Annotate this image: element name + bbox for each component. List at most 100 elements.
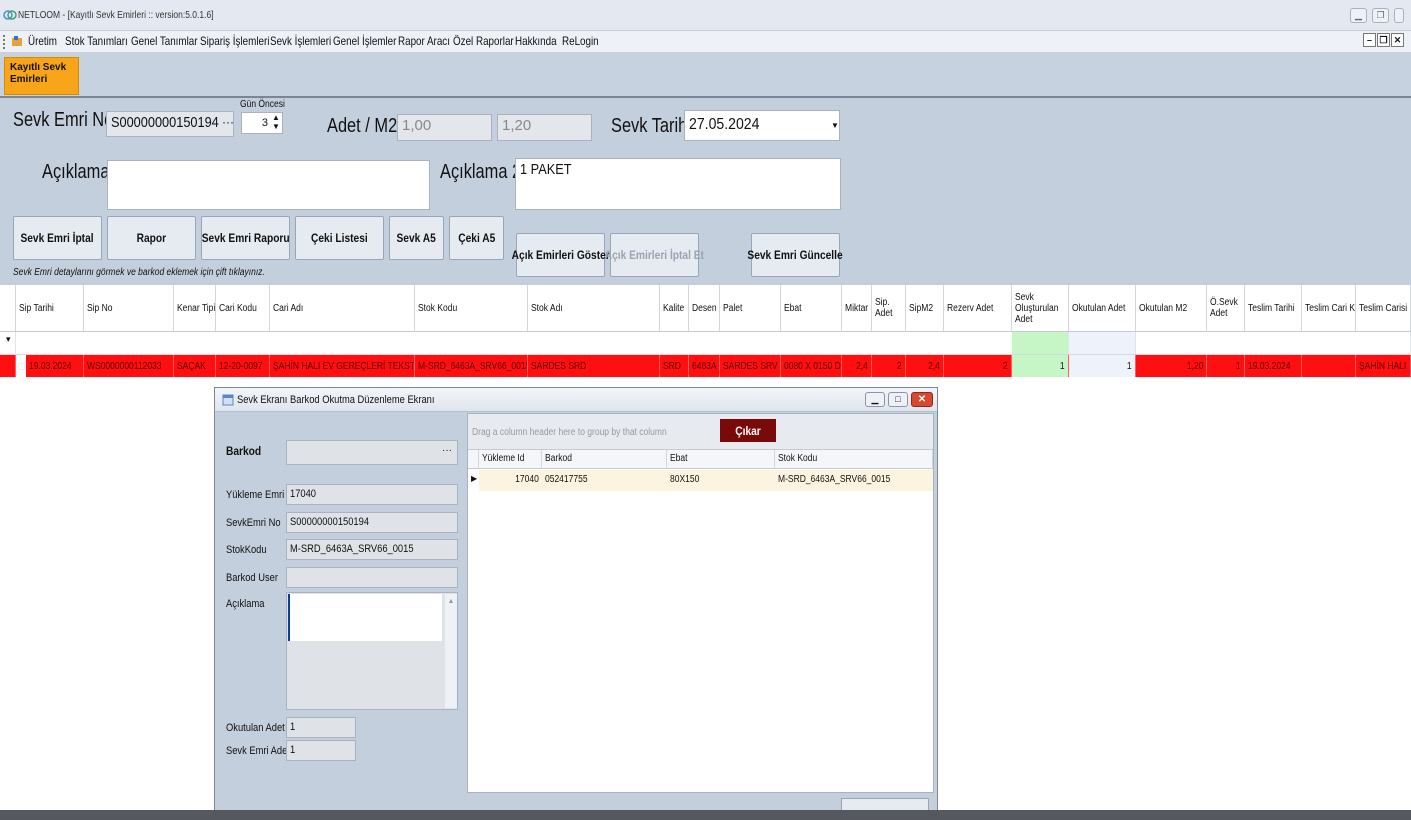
table-cell[interactable]: 2,4 [906, 355, 944, 377]
col-header[interactable]: Desen [689, 285, 720, 332]
table-cell[interactable]: 19.03.2024 [26, 355, 84, 377]
cikar-button[interactable]: Çıkar [720, 419, 776, 442]
col-header[interactable]: Teslim Cari K. [1302, 285, 1356, 332]
sevk-emri-iptal-button[interactable]: Sevk Emri İptal [13, 216, 102, 260]
col-header[interactable]: Teslim Carisi [1356, 285, 1411, 332]
table-cell[interactable]: 1,20 [1136, 355, 1207, 377]
inner-table-cell[interactable]: 17040 [479, 470, 542, 491]
menu-siparis-islemleri[interactable]: Sipariş İşlemleri [200, 34, 269, 48]
table-cell[interactable]: 19.03.2024 [1245, 355, 1302, 377]
dropdown-arrow-icon[interactable]: ▼ [831, 121, 839, 130]
col-header[interactable]: Teslim Tarihi [1245, 285, 1302, 332]
table-cell[interactable]: WS0000000112033 [84, 355, 174, 377]
aciklama-memo-text[interactable] [288, 594, 442, 641]
row-pointer-icon[interactable]: ▶ [468, 470, 479, 491]
menu-hakkinda[interactable]: Hakkında [515, 34, 557, 48]
col-header[interactable]: Rezerv Adet [944, 285, 1012, 332]
col-header[interactable]: Sip. Adet [872, 285, 906, 332]
menu-stok-tanimlari[interactable]: Stok Tanımları [65, 34, 128, 48]
sevk-tarihi-picker[interactable]: 27.05.2024 [684, 110, 840, 141]
inner-table-cell[interactable]: 80X150 [667, 470, 775, 491]
dialog-maximize-icon[interactable]: □ [888, 392, 908, 407]
menu-sevk-islemleri[interactable]: Sevk İşlemleri [270, 34, 331, 48]
table-cell[interactable]: SRD [660, 355, 689, 377]
col-header[interactable]: Stok Kodu [415, 285, 528, 332]
menu-rapor-araci[interactable]: Rapor Aracı [398, 34, 450, 48]
col-header[interactable]: Cari Adı [270, 285, 415, 332]
tab-kayitli-sevk-emirleri[interactable]: Kayıtlı Sevk Emirleri [4, 57, 79, 95]
menu-uretim[interactable]: Üretim [28, 34, 57, 48]
dialog-minimize-icon[interactable]: ▁ [865, 392, 885, 407]
rapor-button[interactable]: Rapor [107, 216, 196, 260]
col-header[interactable]: SipM2 [906, 285, 944, 332]
table-cell[interactable]: ŞAHİN HALI [1356, 355, 1411, 377]
col-header[interactable]: Sip Tarihi [16, 285, 84, 332]
mdi-restore-icon[interactable]: ❐ [1377, 33, 1390, 47]
col-header[interactable]: Stok Adı [528, 285, 660, 332]
table-cell[interactable]: SARDES SRD [528, 355, 660, 377]
col-header[interactable]: Sevk Oluşturulan Adet [1012, 285, 1069, 332]
dialog-close-icon[interactable]: ✕ [911, 392, 933, 407]
inner-table-cell[interactable]: 052417755 [542, 470, 667, 491]
filter-cell-sevk[interactable] [1012, 332, 1069, 355]
row-checkbox[interactable] [18, 363, 25, 370]
menu-genel-islemler[interactable]: Genel İşlemler [333, 34, 396, 48]
col-header[interactable]: Ö.Sevk Adet [1207, 285, 1245, 332]
aciklama-memo[interactable]: ▲ [286, 592, 458, 710]
col-header[interactable]: Okutulan Adet [1069, 285, 1136, 332]
col-header[interactable]: Ebat [781, 285, 842, 332]
aciklama-field[interactable] [107, 160, 430, 210]
filter-cell-okutulan[interactable] [1069, 332, 1136, 355]
table-cell[interactable]: 1 [1207, 355, 1245, 377]
acik-emirleri-goster-button[interactable]: Açık Emirleri Göster [511, 233, 610, 277]
minimize-icon[interactable]: ▁ [1350, 8, 1367, 23]
sevk-emri-no-field[interactable]: S00000000150194 [106, 111, 234, 137]
inner-col-header[interactable]: Barkod [542, 450, 667, 469]
ellipsis-icon[interactable]: ··· [222, 115, 234, 129]
menu-relogin[interactable]: ReLogin [562, 34, 599, 48]
col-header[interactable]: Palet [720, 285, 781, 332]
col-header[interactable]: Miktar [842, 285, 872, 332]
filter-row[interactable] [16, 332, 1411, 355]
table-cell[interactable]: 2 [944, 355, 1012, 377]
sevk-emri-raporu-button[interactable]: Sevk Emri Raporu [201, 216, 290, 260]
col-header[interactable]: Sip No [84, 285, 174, 332]
restore-icon[interactable]: ❐ [1372, 8, 1389, 23]
menu-ozel-raporlar[interactable]: Özel Raporlar [453, 34, 514, 48]
mdi-close-icon[interactable]: ✕ [1391, 33, 1404, 47]
table-cell[interactable]: 2,4 [842, 355, 872, 377]
inner-col-header[interactable]: Yükleme Id [479, 450, 542, 469]
col-header[interactable]: Kalite [660, 285, 689, 332]
table-cell[interactable]: SAÇAK [174, 355, 216, 377]
spinner-arrows-icon[interactable]: ▲ ▼ [272, 113, 280, 131]
barkod-ellipsis-icon[interactable]: ··· [442, 445, 452, 456]
col-header[interactable]: Cari Kodu [216, 285, 270, 332]
row-indicator[interactable] [0, 355, 16, 377]
inner-col-header[interactable]: Stok Kodu [775, 450, 933, 469]
sevk-a5-button[interactable]: Sevk A5 [389, 216, 444, 260]
inner-col-header[interactable]: Ebat [667, 450, 775, 469]
table-cell-sevk[interactable]: 1 [1012, 355, 1069, 377]
col-header[interactable]: Kenar Tipi [174, 285, 216, 332]
table-cell[interactable]: 6463A [689, 355, 720, 377]
table-cell[interactable]: 2 [872, 355, 906, 377]
ceki-listesi-button[interactable]: Çeki Listesi [295, 216, 384, 260]
acik-emirleri-iptal-button[interactable]: Açık Emirleri İptal Et [605, 233, 704, 277]
ceki-a5-button[interactable]: Çeki A5 [449, 216, 504, 260]
table-cell-okutulan[interactable]: 1 [1069, 355, 1136, 377]
menu-genel-tanimlar[interactable]: Genel Tanımlar [131, 34, 198, 48]
memo-scrollbar[interactable]: ▲ [445, 594, 457, 708]
table-cell[interactable]: M-SRD_6463A_SRV66_0015 [415, 355, 528, 377]
barkod-input[interactable] [286, 440, 458, 465]
inner-table-cell[interactable]: M-SRD_6463A_SRV66_0015 [775, 470, 933, 491]
col-header[interactable]: Okutulan M2 [1136, 285, 1207, 332]
table-cell[interactable] [1302, 355, 1356, 377]
aciklama2-field[interactable]: 1 PAKET [515, 158, 841, 210]
sevk-emri-guncelle-button[interactable]: Sevk Emri Güncelle [748, 233, 843, 277]
table-cell[interactable]: 12-20-0097 [216, 355, 270, 377]
table-cell[interactable]: ŞAHİN HALI EV GEREÇLERİ TEKSTİL ... [270, 355, 415, 377]
table-cell[interactable]: SARDES SRV [720, 355, 781, 377]
close-icon[interactable] [1394, 8, 1404, 23]
table-cell[interactable]: 0080 X 0150 D [781, 355, 842, 377]
mdi-minimize-icon[interactable]: – [1363, 33, 1376, 47]
